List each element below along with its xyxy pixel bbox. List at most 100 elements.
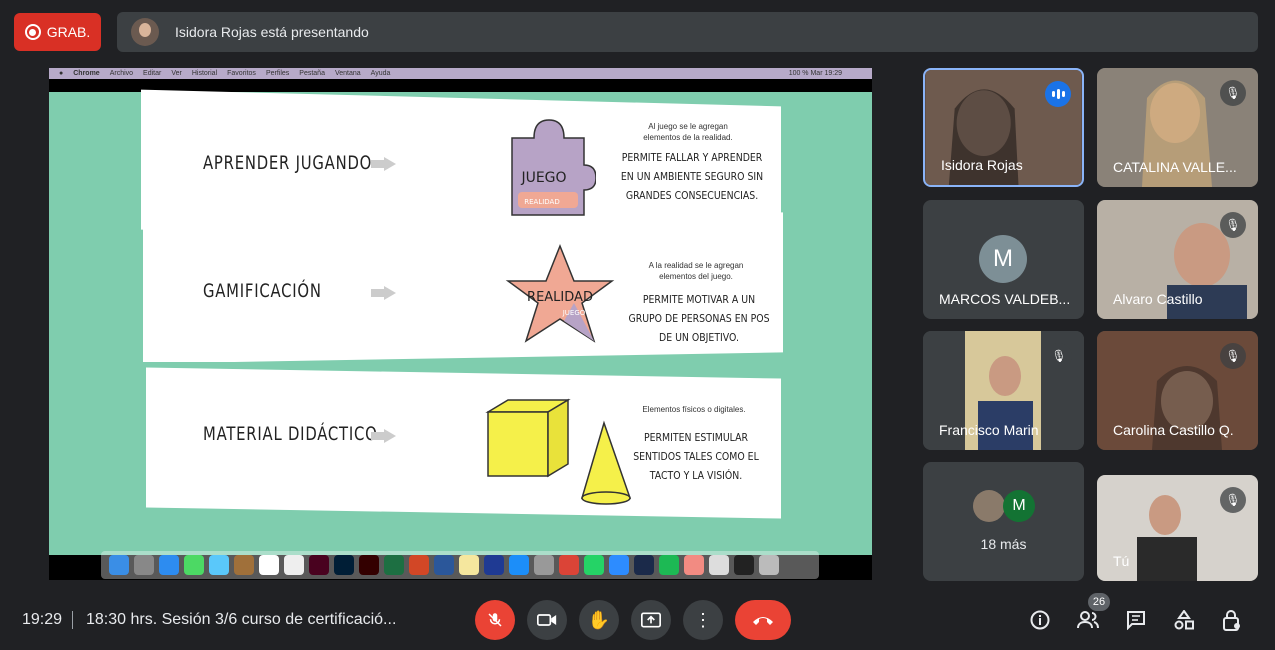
word-icon — [434, 555, 454, 575]
launchpad-icon — [134, 555, 154, 575]
slide-big-text: PERMITE MOTIVAR A UN GRUPO DE PERSONAS E… — [628, 293, 770, 344]
meeting-title[interactable]: 18:30 hrs. Sesión 3/6 curso de certifica… — [86, 611, 416, 629]
slide-small-text: Al juego se le agregan elementos de la r… — [643, 122, 733, 142]
participant-tile[interactable]: 🎙 Tú — [1097, 475, 1258, 581]
participant-tile[interactable]: Isidora Rojas — [923, 68, 1084, 187]
mic-toggle-button[interactable] — [475, 600, 515, 640]
more-count-label: 18 más — [980, 536, 1027, 552]
finder-icon — [109, 555, 129, 575]
menu-item: Pestaña — [299, 70, 325, 77]
photoshop-icon — [334, 555, 354, 575]
stickies-icon — [459, 555, 479, 575]
avatar: M — [979, 235, 1027, 283]
menu-item: Ayuda — [370, 70, 391, 77]
excel-icon — [384, 555, 404, 575]
mic-off-icon: 🎙 — [1220, 487, 1246, 513]
participant-tile[interactable]: 🎙 Carolina Castillo Q. — [1097, 331, 1258, 450]
mac-dock — [101, 551, 819, 579]
host-controls-button[interactable] — [1220, 608, 1244, 632]
participant-tile[interactable]: 🎙 Alvaro Castillo — [1097, 200, 1258, 319]
speaking-indicator-icon — [1045, 81, 1071, 107]
participant-name: CATALINA VALLE... — [1113, 159, 1237, 175]
mac-status: 100 % Mar 19:29 — [788, 70, 842, 77]
app-icon — [734, 555, 754, 575]
presenter-avatar — [131, 18, 159, 46]
present-screen-icon — [641, 612, 661, 628]
star-sub: JUEGO — [562, 309, 586, 317]
mic-off-icon: 🎙 — [1220, 212, 1246, 238]
menu-item: Favoritos — [227, 70, 256, 77]
reminders-icon — [284, 555, 304, 575]
apple-icon: ● — [59, 70, 64, 77]
mic-off-icon: 🎙 — [1220, 343, 1246, 369]
mic-off-icon — [488, 613, 502, 627]
arrow-icon — [371, 429, 397, 443]
arrow-icon — [371, 157, 397, 171]
whatsapp-icon — [584, 555, 604, 575]
more-vert-icon: ⋮ — [694, 609, 712, 630]
menu-item: Editar — [143, 70, 162, 77]
activities-button[interactable] — [1172, 608, 1196, 632]
illustrator-icon — [359, 555, 379, 575]
participant-tile[interactable]: 🎙 Francisco Marin — [923, 331, 1084, 450]
menu-item: Historial — [191, 70, 218, 77]
present-button[interactable] — [631, 600, 671, 640]
app-icon — [484, 555, 504, 575]
leave-call-button[interactable] — [735, 600, 791, 640]
more-options-button[interactable]: ⋮ — [683, 600, 723, 640]
menu-item: Ver — [171, 70, 182, 77]
hang-up-icon — [753, 617, 773, 625]
people-count-badge: 26 — [1088, 593, 1110, 611]
slide-label: MATERIAL DIDÁCTICO — [203, 423, 378, 445]
menu-item: Perfiles — [265, 70, 290, 77]
hand-icon: ✋ — [587, 609, 611, 630]
record-icon — [24, 24, 41, 40]
participant-tile[interactable]: 🎙 CATALINA VALLE... — [1097, 68, 1258, 187]
people-icon — [1077, 611, 1099, 629]
mac-menu-bar: ● Chrome Archivo Editar Ver Historial Fa… — [49, 68, 872, 79]
appstore-icon — [509, 555, 529, 575]
recording-indicator[interactable]: GRAB. — [14, 13, 101, 51]
chrome-icon — [559, 555, 579, 575]
camera-toggle-button[interactable] — [527, 600, 567, 640]
messages-icon — [209, 555, 229, 575]
presenter-text: Isidora Rojas está presentando — [175, 24, 369, 40]
clock: 19:29 — [22, 611, 63, 628]
camera-icon — [537, 614, 557, 626]
participant-name: Tú — [1113, 553, 1130, 569]
participant-name: Isidora Rojas — [941, 157, 1023, 173]
spotify-icon — [659, 555, 679, 575]
slide-small-text: A la realidad se le agregan elementos de… — [648, 261, 744, 281]
more-participants-tile[interactable]: M 18 más — [923, 462, 1084, 581]
app-icon — [684, 555, 704, 575]
geometry-shapes-icon — [485, 398, 632, 505]
participant-name: Francisco Marin — [939, 422, 1039, 438]
star-icon: REALIDAD JUEGO — [505, 243, 615, 343]
avatar — [973, 490, 1005, 522]
people-button[interactable] — [1076, 608, 1100, 632]
shared-screen: ● Chrome Archivo Editar Ver Historial Fa… — [49, 68, 872, 580]
meeting-details-button[interactable] — [1028, 608, 1052, 632]
chat-button[interactable] — [1124, 608, 1148, 632]
menu-item: Archivo — [109, 70, 134, 77]
chat-icon — [1127, 611, 1145, 630]
slide-small-text: Elementos físicos o digitales. — [642, 405, 746, 414]
settings-icon — [534, 555, 554, 575]
info-icon — [1030, 610, 1050, 630]
mic-off-icon: 🎙 — [1220, 80, 1246, 106]
notes-brown-icon — [234, 555, 254, 575]
presenter-banner: Isidora Rojas está presentando — [117, 12, 1258, 52]
participant-name: Carolina Castillo Q. — [1113, 422, 1234, 438]
participant-name: MARCOS VALDEB... — [939, 291, 1071, 307]
puzzle-icon: JUEGO REALIDAD — [511, 119, 596, 216]
avatar: M — [1003, 490, 1035, 522]
trash-icon — [759, 555, 779, 575]
raise-hand-button[interactable]: ✋ — [579, 600, 619, 640]
star-word: REALIDAD — [527, 290, 593, 305]
zoom-icon — [609, 555, 629, 575]
facetime-icon — [184, 555, 204, 575]
participant-tile[interactable]: M MARCOS VALDEB... — [923, 200, 1084, 319]
slide-label: APRENDER JUGANDO — [203, 152, 373, 174]
preview-icon — [709, 555, 729, 575]
slide-label: GAMIFICACIÓN — [203, 280, 322, 302]
